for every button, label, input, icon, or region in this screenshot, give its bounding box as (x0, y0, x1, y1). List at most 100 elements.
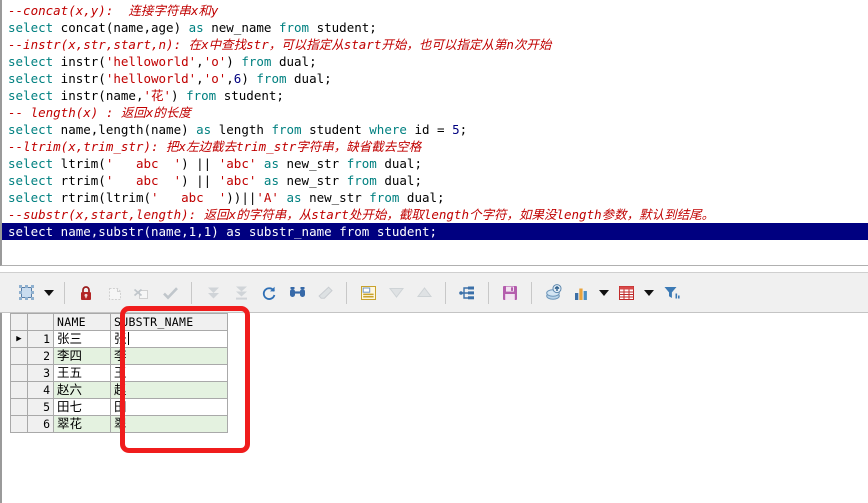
sql-token-str: ' abc ' (105, 156, 182, 171)
table-header-row: NAME SUBSTR_NAME (10, 313, 228, 331)
sql-token-plain: ) (211, 224, 227, 239)
row-number[interactable]: 5 (27, 398, 54, 416)
grid-view-dropdown-caret[interactable] (640, 279, 657, 307)
sql-line-6[interactable]: select instr(name,'花') from student; (8, 87, 868, 104)
row-marker-corner (10, 313, 28, 331)
table-row[interactable]: 2 李四李 (10, 347, 228, 365)
row-number[interactable]: 1 (27, 330, 54, 348)
sql-comment-text: --substr(x,start,length): 返回x的字符串，从start… (8, 207, 715, 222)
upload-data-icon[interactable] (539, 279, 567, 307)
sql-line-1[interactable]: --concat(x,y): 连接字符串x和y (8, 2, 868, 19)
commit-check-icon (156, 279, 184, 307)
sql-token-kw: select (8, 54, 54, 69)
cell-name[interactable]: 李四 (53, 347, 111, 365)
chart-icon[interactable] (567, 279, 595, 307)
sql-line-11[interactable]: select rtrim(' abc ') || 'abc' as new_st… (8, 172, 868, 189)
sql-token-plain (256, 173, 264, 188)
cell-substr-name[interactable]: 王 (110, 364, 228, 382)
cell-name[interactable]: 田七 (53, 398, 111, 416)
cell-name[interactable]: 王五 (53, 364, 111, 382)
sql-token-plain: ltrim( (53, 156, 106, 171)
cell-name[interactable]: 张三 (53, 330, 111, 348)
results-table[interactable]: NAME SUBSTR_NAME ▶ 1 张三张 2 李四李 3 王五王 4 赵六赵 5 田七田 6 翠… (10, 313, 228, 433)
row-number[interactable]: 3 (27, 364, 54, 382)
chart-dropdown-caret[interactable] (595, 279, 612, 307)
sql-token-plain: dual; (286, 71, 332, 86)
lock-icon[interactable] (72, 279, 100, 307)
sql-line-7[interactable]: -- length(x) : 返回x的长度 (8, 104, 868, 121)
sql-token-plain: dual; (376, 173, 422, 188)
results-table-body[interactable]: ▶ 1 张三张 2 李四李 3 王五王 4 赵六赵 5 田七田 6 翠花翠 (10, 330, 228, 433)
sql-line-5[interactable]: select instr('helloworld','o',6) from du… (8, 70, 868, 87)
sql-token-kw: select (8, 224, 54, 239)
single-record-icon[interactable] (354, 279, 382, 307)
sql-token-plain: , (196, 224, 204, 239)
sql-token-plain: new_str (278, 156, 347, 171)
cell-substr-name[interactable]: 田 (110, 398, 228, 416)
sql-token-kw: as (226, 224, 242, 239)
find-icon[interactable] (283, 279, 311, 307)
sql-token-plain (256, 156, 264, 171)
export-data-icon[interactable] (453, 279, 481, 307)
sql-line-2[interactable]: select concat(name,age) as new_name from… (8, 19, 868, 36)
move-up-icon (410, 279, 438, 307)
sql-token-plain: ) (171, 88, 187, 103)
sql-token-kw: select (8, 190, 54, 205)
sql-token-plain: , (226, 71, 234, 86)
sql-comment-text: -- length(x) : 返回x的长度 (8, 105, 191, 120)
sql-line-13[interactable]: --substr(x,start,length): 返回x的字符串，从start… (8, 206, 868, 223)
sql-line-14[interactable]: select name,substr(name,1,1) as substr_n… (2, 223, 868, 240)
table-row[interactable]: 3 王五王 (10, 364, 228, 382)
sql-token-kw: as (286, 190, 302, 205)
cell-substr-name[interactable]: 张 (110, 330, 228, 348)
filter-icon[interactable] (657, 279, 685, 307)
sql-token-kw: from (369, 190, 400, 205)
table-row[interactable]: 6 翠花翠 (10, 415, 228, 433)
refresh-icon[interactable] (255, 279, 283, 307)
sql-token-plain: ) || (181, 156, 219, 171)
sql-token-kw: select (8, 173, 54, 188)
sql-line-8[interactable]: select name,length(name) as length from … (8, 121, 868, 138)
sql-token-plain: name,length(name) (53, 122, 197, 137)
toolbar-separator (488, 281, 489, 304)
sql-token-kw: from (186, 88, 217, 103)
sql-token-plain: rtrim( (53, 173, 106, 188)
sql-token-str: 'helloworld' (105, 71, 197, 86)
sql-comment-text: --concat(x,y): 连接字符串x和y (8, 3, 219, 18)
sql-line-4[interactable]: select instr('helloworld','o') from dual… (8, 53, 868, 70)
table-row[interactable]: 4 赵六赵 (10, 381, 228, 399)
sql-token-plain: ) || (181, 173, 219, 188)
cell-name[interactable]: 赵六 (53, 381, 111, 399)
sql-editor-lines[interactable]: --concat(x,y): 连接字符串x和y select concat(nam… (2, 0, 868, 240)
grid-view-icon[interactable] (612, 279, 640, 307)
sql-line-3[interactable]: --instr(x,str,start,n): 在x中查找str，可以指定从st… (8, 36, 868, 53)
table-row[interactable]: 5 田七田 (10, 398, 228, 416)
row-number[interactable]: 6 (27, 415, 54, 433)
cell-name[interactable]: 翠花 (53, 415, 111, 433)
save-icon[interactable] (496, 279, 524, 307)
column-header-name[interactable]: NAME (53, 313, 111, 331)
sql-token-kw: as (188, 20, 204, 35)
row-number[interactable]: 4 (27, 381, 54, 399)
sql-token-plain: new_str (278, 173, 347, 188)
cell-substr-name[interactable]: 李 (110, 347, 228, 365)
sql-token-plain: student (301, 122, 370, 137)
cell-substr-name[interactable]: 翠 (110, 415, 228, 433)
query-results-panel[interactable]: NAME SUBSTR_NAME ▶ 1 张三张 2 李四李 3 王五王 4 赵六赵 5 田七田 6 翠… (0, 313, 868, 503)
sql-line-10[interactable]: select ltrim(' abc ') || 'abc' as new_st… (8, 155, 868, 172)
sql-token-kw: from (271, 122, 302, 137)
sql-developer-worksheet: --concat(x,y): 连接字符串x和y select concat(nam… (0, 0, 868, 503)
toolbar-separator (531, 281, 532, 304)
sql-line-9[interactable]: --ltrim(x,trim_str): 把x左边截去trim_str字符串，缺… (8, 138, 868, 155)
column-header-substr[interactable]: SUBSTR_NAME (110, 313, 228, 331)
sql-editor-pane[interactable]: --concat(x,y): 连接字符串x和y select concat(nam… (0, 0, 868, 266)
sql-token-plain: ))|| (226, 190, 257, 205)
row-number[interactable]: 2 (27, 347, 54, 365)
sql-line-12[interactable]: select rtrim(ltrim(' abc '))||'A' as new… (8, 189, 868, 206)
current-row-marker (10, 364, 28, 382)
cell-substr-name[interactable]: 赵 (110, 381, 228, 399)
table-row[interactable]: ▶ 1 张三张 (10, 330, 228, 348)
freeze-grid-icon[interactable] (12, 279, 40, 307)
freeze-grid-dropdown-caret[interactable] (40, 279, 57, 307)
sql-token-kw: select (8, 71, 54, 86)
